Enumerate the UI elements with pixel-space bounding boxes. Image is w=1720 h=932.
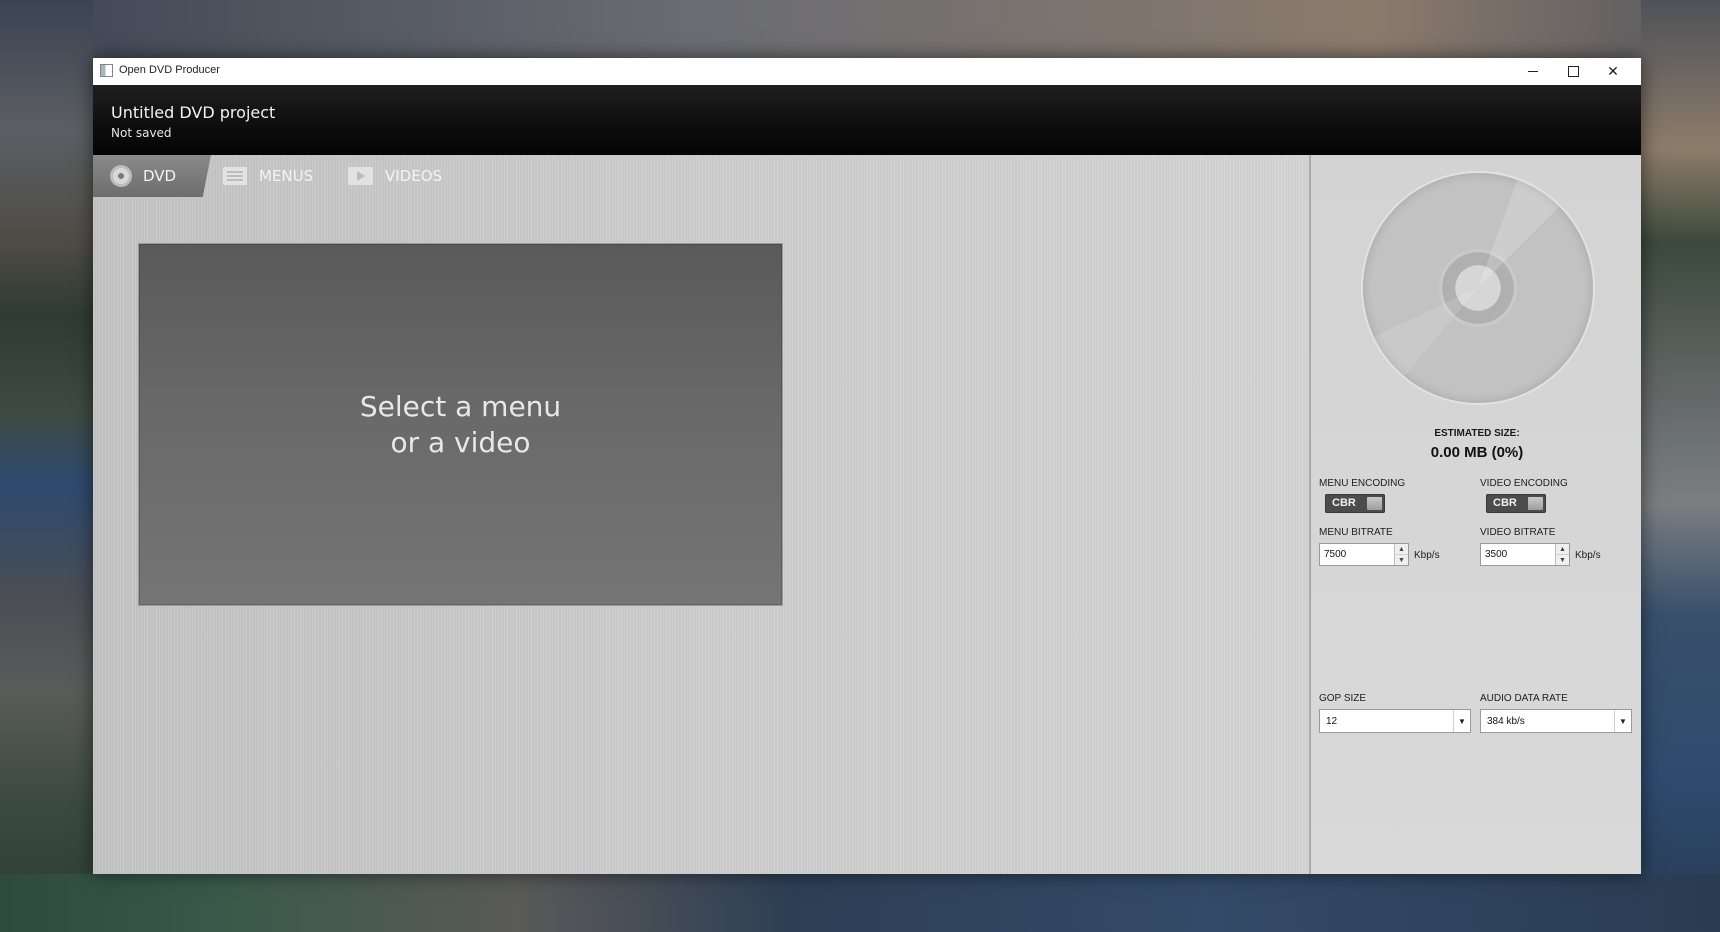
menu-encoding-value: CBR	[1332, 497, 1356, 509]
chevron-down-icon: ▼	[1614, 710, 1631, 732]
placeholder-line-1: Select a menu	[359, 389, 562, 423]
disc-icon	[110, 165, 132, 187]
toggle-knob	[1367, 497, 1382, 510]
menu-bitrate-value: 7500	[1324, 549, 1347, 560]
app-icon	[100, 64, 113, 77]
project-title: Untitled DVD project	[111, 103, 276, 122]
video-encoding-value: CBR	[1493, 497, 1517, 509]
video-bitrate-value: 3500	[1485, 549, 1508, 560]
project-status: Not saved	[111, 126, 172, 140]
menu-encoding-label: MENU ENCODING	[1319, 478, 1406, 489]
video-bitrate-spinner[interactable]: 3500 ▲ ▼	[1480, 543, 1570, 566]
tab-menus[interactable]: MENUS	[223, 155, 313, 197]
spin-up-arrow-icon[interactable]: ▲	[1394, 544, 1408, 555]
estimated-size-label: ESTIMATED SIZE:	[1434, 428, 1520, 439]
spin-down-arrow-icon[interactable]: ▼	[1394, 555, 1408, 565]
audio-data-rate-select[interactable]: 384 kb/s ▼	[1480, 709, 1632, 733]
app-window: Open DVD Producer ✕ Untitled DVD project…	[93, 58, 1641, 874]
tab-videos[interactable]: VIDEOS	[348, 155, 442, 197]
menu-bitrate-label: MENU BITRATE	[1319, 527, 1393, 538]
menu-list-icon	[223, 167, 247, 185]
video-encoding-toggle[interactable]: CBR	[1486, 494, 1546, 513]
gop-size-value: 12	[1326, 716, 1338, 727]
tab-bar: DVD MENUS VIDEOS	[93, 155, 593, 197]
desktop-wallpaper-bottom	[0, 874, 1720, 932]
video-bitrate-label: VIDEO BITRATE	[1480, 527, 1556, 538]
preview-placeholder: Select a menu or a video	[360, 389, 561, 461]
dvd-disc-icon	[1363, 173, 1593, 403]
close-icon: ✕	[1607, 63, 1619, 80]
main-area: DVD MENUS VIDEOS Select a menu or a vide…	[93, 155, 1309, 874]
video-encoding-label: VIDEO ENCODING	[1480, 478, 1568, 489]
menu-bitrate-unit: Kbp/s	[1414, 550, 1440, 561]
tab-videos-label: VIDEOS	[385, 167, 443, 185]
close-button[interactable]: ✕	[1593, 58, 1633, 85]
chevron-down-icon: ▼	[1453, 710, 1470, 732]
estimated-size-value: 0.00 MB (0%)	[1430, 444, 1524, 461]
desktop-wallpaper-top	[0, 0, 1720, 58]
video-bitrate-unit: Kbp/s	[1575, 550, 1601, 561]
minimize-icon	[1528, 71, 1538, 72]
gop-size-label: GOP SIZE	[1319, 693, 1367, 704]
tab-menus-label: MENUS	[259, 167, 314, 185]
video-play-icon	[348, 167, 373, 185]
tab-dvd[interactable]: DVD	[93, 155, 211, 197]
title-bar[interactable]: Open DVD Producer ✕	[93, 58, 1641, 86]
settings-sidebar: ESTIMATED SIZE: 0.00 MB (0%) MENU ENCODI…	[1309, 155, 1641, 874]
toggle-knob	[1528, 497, 1543, 510]
maximize-button[interactable]	[1553, 58, 1593, 85]
maximize-icon	[1567, 66, 1579, 77]
window-title: Open DVD Producer	[119, 64, 220, 76]
audio-data-rate-label: AUDIO DATA RATE	[1480, 693, 1568, 704]
project-header: Untitled DVD project Not saved	[93, 85, 1641, 155]
menu-bitrate-spinner[interactable]: 7500 ▲ ▼	[1319, 543, 1409, 566]
preview-panel: Select a menu or a video	[138, 243, 783, 606]
desktop-wallpaper-right	[1641, 0, 1720, 932]
gop-size-select[interactable]: 12 ▼	[1319, 709, 1471, 733]
placeholder-line-2: or a video	[390, 425, 531, 459]
menu-encoding-toggle[interactable]: CBR	[1325, 494, 1385, 513]
minimize-button[interactable]	[1513, 58, 1553, 85]
spin-down-arrow-icon[interactable]: ▼	[1555, 555, 1569, 565]
audio-data-rate-value: 384 kb/s	[1487, 716, 1525, 727]
tab-dvd-label: DVD	[143, 167, 177, 185]
spin-up-arrow-icon[interactable]: ▲	[1555, 544, 1569, 555]
desktop-wallpaper-left	[0, 0, 93, 932]
